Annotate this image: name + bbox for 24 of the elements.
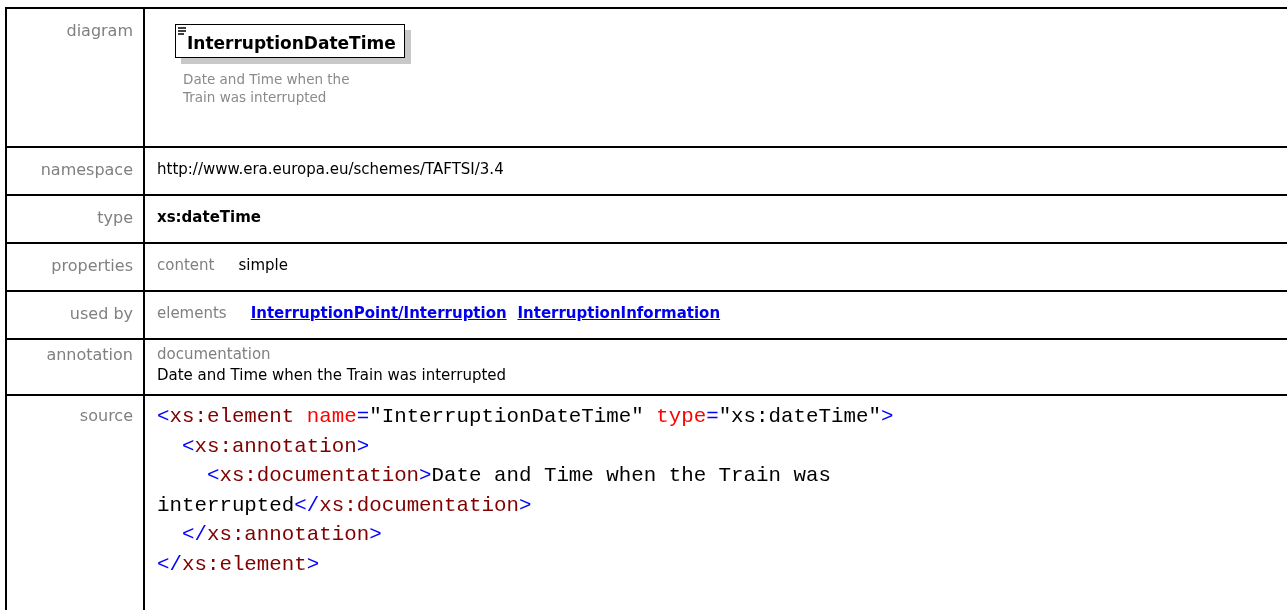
row-label: diagram [66,21,133,40]
lines-icon [178,27,186,35]
usage-kind: elements [157,304,227,322]
type-text: xs:dateTime [157,208,261,226]
element-link[interactable]: InterruptionInformation [517,304,721,322]
property-key: content [157,256,215,274]
row-label: type [97,208,133,227]
code-line: </xs:annotation> [180,522,383,548]
namespace-text: http://www.era.europa.eu/schemes/TAFTSI/3.4 [157,160,504,178]
documentation-key: documentation [157,345,1287,363]
code-line: <xs:element name="InterruptionDateTime" type="xs:dateTime"> [157,404,895,430]
row-label: annotation [46,345,133,364]
code-line: interrupted</xs:documentation> [157,492,533,519]
property-value: simple [238,256,288,274]
row-label: namespace [40,160,133,179]
row-label: used by [69,304,133,323]
code-line: <xs:documentation>Date and Time when the Train was [205,463,832,489]
row-label: properties [51,256,133,275]
annotation-text: Date and Time when the Train was interrupted [183,70,351,106]
element-link[interactable]: InterruptionPoint/Interruption [250,304,507,322]
code-line: </xs:element> [157,551,321,578]
documentation-text: Date and Time when the Train was interrupted [157,366,507,384]
row-label: source [79,406,133,425]
code-line: <xs:annotation> [180,433,371,460]
